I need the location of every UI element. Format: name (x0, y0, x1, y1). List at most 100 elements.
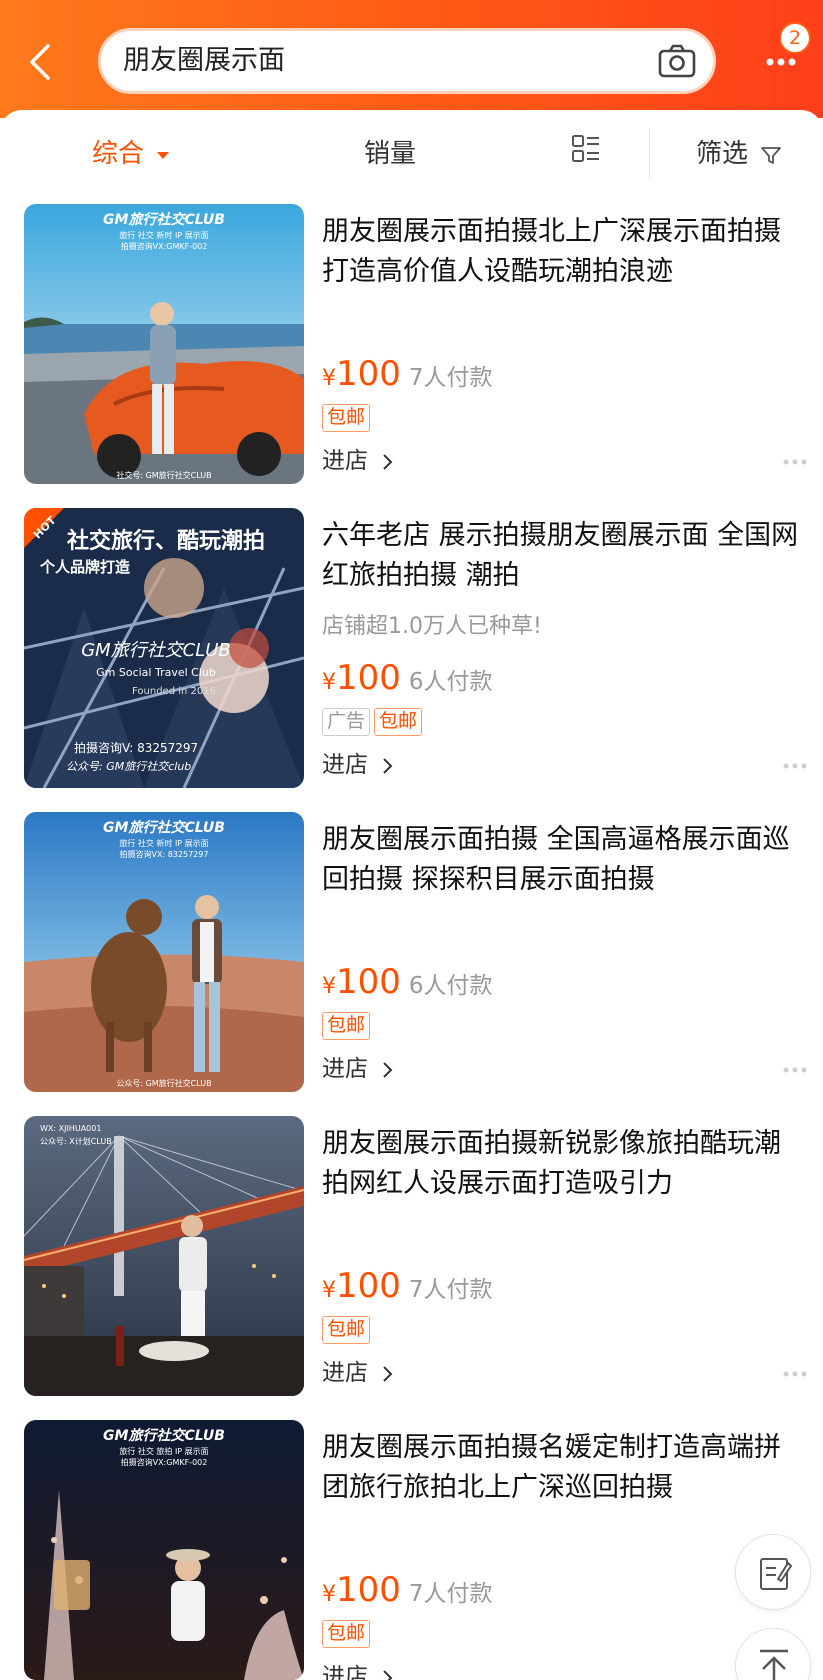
currency-symbol: ¥ (322, 974, 336, 999)
product-price: 100 (336, 354, 401, 394)
sold-count: 6人付款 (408, 973, 493, 999)
sold-count: 7人付款 (408, 1277, 493, 1303)
product-image[interactable]: WX: XJIHUA001 公众号: X计划CLUB (24, 1116, 304, 1396)
back-to-top-icon (760, 1649, 788, 1680)
chevron-right-icon (383, 1365, 393, 1382)
tag-list: 包邮 (322, 1316, 374, 1344)
image-caption: 拍摄咨询V: 83257297 (74, 740, 198, 755)
product-card[interactable]: GM旅行社交CLUB 旅行 社交 新时 IP 展示面 拍摄咨询VX: 83257… (0, 812, 823, 1116)
currency-symbol: ¥ (322, 1582, 336, 1607)
image-caption: 拍摄咨询VX:GMKF-002 (121, 1457, 208, 1467)
currency-symbol: ¥ (322, 1278, 336, 1303)
sold-count: 7人付款 (408, 1581, 493, 1607)
back-arrow-icon (30, 44, 50, 80)
tag-list: 广告 包邮 (322, 708, 426, 736)
price-row: ¥100 6人付款 (322, 658, 493, 702)
image-caption: 个人品牌打造 (39, 558, 130, 576)
enter-shop-link[interactable]: 进店 (322, 748, 393, 782)
tag-list: 包邮 (322, 1012, 374, 1040)
product-card[interactable]: WX: XJIHUA001 公众号: X计划CLUB 朋友圈展示面拍摄新锐影像旅… (0, 1116, 823, 1420)
search-query: 朋友圈展示面 (123, 45, 285, 76)
more-options-icon[interactable] (782, 1370, 808, 1378)
free-shipping-tag: 包邮 (322, 1316, 371, 1344)
tag-list: 包邮 (322, 1620, 374, 1648)
product-title[interactable]: 朋友圈展示面拍摄北上广深展示面拍摄打造高价值人设酷玩潮拍浪迹 (322, 212, 802, 292)
product-price: 100 (336, 658, 401, 698)
edit-note-icon (760, 1558, 792, 1590)
enter-shop-label: 进店 (322, 1056, 368, 1082)
price-row: ¥100 7人付款 (322, 354, 493, 398)
product-price: 100 (336, 1570, 401, 1610)
product-title[interactable]: 朋友圈展示面拍摄名媛定制打造高端拼团旅行旅拍北上广深巡回拍摄 (322, 1428, 802, 1508)
image-caption: GM旅行社交CLUB (81, 640, 231, 661)
image-caption: 公众号: GM旅行社交club (66, 760, 191, 773)
product-card[interactable]: HOT 社交旅行、酷玩潮拍 个人品牌打造 GM旅行社交CLUB Gm Socia… (0, 508, 823, 812)
free-shipping-tag: 包邮 (374, 708, 423, 736)
enter-shop-link[interactable]: 进店 (322, 444, 393, 478)
enter-shop-link[interactable]: 进店 (322, 1660, 393, 1680)
price-row: ¥100 6人付款 (322, 962, 493, 1006)
tag-list: 包邮 (322, 404, 374, 432)
filter-label: 筛选 (696, 139, 749, 169)
enter-shop-label: 进店 (322, 448, 368, 474)
image-caption: 社交旅行、酷玩潮拍 (67, 528, 265, 554)
filter-funnel-icon (761, 146, 782, 164)
enter-shop-label: 进店 (322, 752, 368, 778)
image-caption: 公众号: GM旅行社交CLUB (116, 1078, 211, 1088)
enter-shop-link[interactable]: 进店 (322, 1356, 393, 1390)
filter-button[interactable]: 筛选 (696, 132, 782, 176)
free-shipping-tag: 包邮 (322, 1620, 371, 1648)
enter-shop-label: 进店 (322, 1360, 368, 1386)
price-row: ¥100 7人付款 (322, 1266, 493, 1310)
free-shipping-tag: 包邮 (322, 1012, 371, 1040)
chevron-right-icon (383, 757, 393, 774)
dropdown-caret-icon (157, 151, 170, 159)
image-caption: 旅行 社交 新时 IP 展示面 (119, 838, 208, 848)
product-price: 100 (336, 1266, 401, 1306)
image-caption: Founded in 2016 (132, 686, 216, 697)
image-caption: 拍摄咨询VX:GMKF-002 (121, 241, 208, 251)
product-title[interactable]: 朋友圈展示面拍摄 全国高逼格展示面巡回拍摄 探探积目展示面拍摄 (322, 820, 802, 900)
list-view-icon (572, 135, 599, 162)
image-caption: 社交号: GM旅行社交CLUB (116, 470, 211, 480)
image-caption: 公众号: X计划CLUB (40, 1136, 112, 1146)
free-shipping-tag: 包邮 (322, 404, 371, 432)
image-caption: 拍摄咨询VX: 83257297 (120, 849, 209, 859)
price-row: ¥100 7人付款 (322, 1570, 493, 1614)
product-price: 100 (336, 962, 401, 1002)
image-caption: 旅行 社交 旅拍 IP 展示面 (119, 1446, 208, 1456)
image-caption: WX: XJIHUA001 (40, 1124, 101, 1133)
more-options-icon[interactable] (782, 458, 808, 466)
sort-composite-tab[interactable]: 综合 (92, 132, 170, 176)
product-image[interactable]: GM旅行社交CLUB 旅行 社交 旅拍 IP 展示面 拍摄咨询VX:GMKF-0… (24, 1420, 304, 1680)
product-image[interactable]: GM旅行社交CLUB 旅行 社交 新时 IP 展示面 拍摄咨询VX:GMKF-0… (24, 204, 304, 484)
chevron-right-icon (383, 1061, 393, 1078)
image-caption: 旅行 社交 新时 IP 展示面 (119, 230, 208, 240)
more-options-icon[interactable] (782, 1066, 808, 1074)
message-count-badge: 2 (779, 22, 811, 54)
sold-count: 6人付款 (408, 669, 493, 695)
search-input[interactable]: 朋友圈展示面 (98, 28, 716, 94)
sort-bar: 综合 销量 筛选 (0, 110, 823, 198)
back-button[interactable] (20, 40, 64, 84)
product-card[interactable]: GM旅行社交CLUB 旅行 社交 新时 IP 展示面 拍摄咨询VX:GMKF-0… (0, 204, 823, 508)
back-to-top-button[interactable] (735, 1628, 811, 1680)
product-title[interactable]: 六年老店 展示拍摄朋友圈展示面 全国网红旅拍拍摄 潮拍 (322, 516, 802, 596)
more-options-icon[interactable] (782, 762, 808, 770)
camera-icon[interactable] (657, 42, 697, 80)
product-image[interactable]: GM旅行社交CLUB 旅行 社交 新时 IP 展示面 拍摄咨询VX: 83257… (24, 812, 304, 1092)
product-card[interactable]: GM旅行社交CLUB 旅行 社交 旅拍 IP 展示面 拍摄咨询VX:GMKF-0… (0, 1420, 823, 1680)
product-title[interactable]: 朋友圈展示面拍摄新锐影像旅拍酷玩潮拍网红人设展示面打造吸引力 (322, 1124, 802, 1204)
ad-tag: 广告 (322, 708, 371, 736)
list-view-toggle[interactable] (571, 134, 601, 178)
sold-count: 7人付款 (408, 365, 493, 391)
image-caption: GM旅行社交CLUB (103, 819, 225, 836)
sort-divider (649, 128, 650, 180)
enter-shop-link[interactable]: 进店 (322, 1052, 393, 1086)
top-header: 朋友圈展示面 2 (0, 0, 823, 118)
currency-symbol: ¥ (322, 366, 336, 391)
sort-sales-tab[interactable]: 销量 (364, 132, 416, 176)
product-image[interactable]: HOT 社交旅行、酷玩潮拍 个人品牌打造 GM旅行社交CLUB Gm Socia… (24, 508, 304, 788)
chevron-right-icon (383, 453, 393, 470)
feedback-button[interactable] (735, 1534, 811, 1610)
